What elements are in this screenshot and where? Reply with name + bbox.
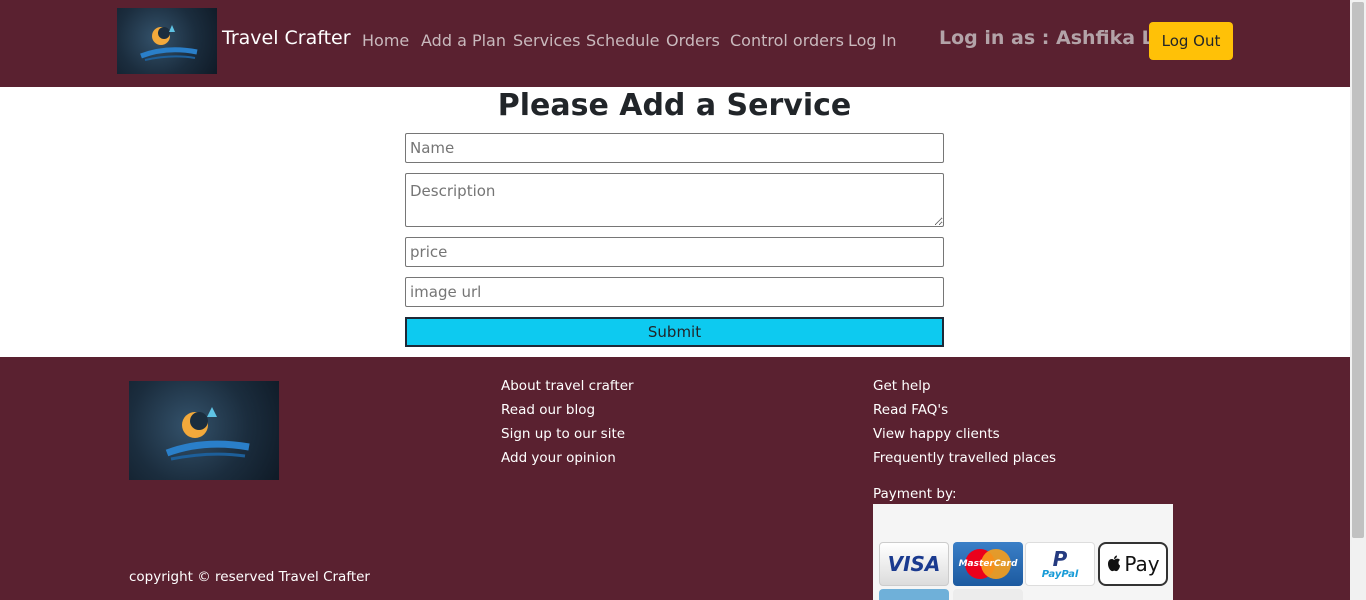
footer-link-help[interactable]: Get help <box>873 378 931 394</box>
nav-link-login[interactable]: Log In <box>848 31 897 50</box>
paypal-p-icon: P <box>1052 546 1068 571</box>
payment-label: Payment by: <box>873 486 957 502</box>
mastercard-icon: MasterCard <box>953 542 1023 586</box>
nav-link-control-orders[interactable]: Control orders <box>730 31 844 50</box>
nav-link-schedule[interactable]: Schedule <box>586 31 660 50</box>
price-input[interactable] <box>405 237 944 267</box>
copyright-text: copyright © reserved Travel Crafter <box>129 569 370 585</box>
nav-link-orders[interactable]: Orders <box>666 31 720 50</box>
payment-methods-image: VISA MasterCard P PayPal Pay <box>873 504 1173 600</box>
footer-link-about[interactable]: About travel crafter <box>501 378 634 394</box>
footer-link-clients[interactable]: View happy clients <box>873 426 1000 442</box>
visa-text: VISA <box>887 552 941 576</box>
footer-link-places[interactable]: Frequently travelled places <box>873 450 1056 466</box>
navbar: Travel Crafter Home Add a Plan Services … <box>0 0 1350 87</box>
logged-in-user-label: Log in as : Ashfika Lira <box>939 27 1183 49</box>
page-title: Please Add a Service <box>497 88 852 123</box>
nav-link-services[interactable]: Services <box>513 31 580 50</box>
logout-button[interactable]: Log Out <box>1149 22 1233 60</box>
name-input[interactable] <box>405 133 944 163</box>
nav-link-home[interactable]: Home <box>362 31 409 50</box>
description-textarea[interactable] <box>405 173 944 227</box>
image-url-input[interactable] <box>405 277 944 307</box>
mastercard-text: MasterCard <box>958 559 1018 569</box>
footer-link-opinion[interactable]: Add your opinion <box>501 450 616 466</box>
page-scrollbar[interactable] <box>1350 0 1366 600</box>
scrollbar-thumb[interactable] <box>1352 2 1364 538</box>
dream-logo-icon[interactable] <box>117 8 217 74</box>
brand-title[interactable]: Travel Crafter <box>222 27 351 49</box>
paypal-text: PayPal <box>1041 568 1079 580</box>
footer-dream-logo-icon <box>129 381 279 480</box>
nav-link-add-plan[interactable]: Add a Plan <box>421 31 506 50</box>
footer-link-faq[interactable]: Read FAQ's <box>873 402 948 418</box>
apple-pay-text: Pay <box>1124 552 1160 576</box>
apple-icon <box>1108 555 1121 572</box>
visa-card-icon: VISA <box>879 542 949 586</box>
card-partial-icon <box>953 589 1023 600</box>
card-partial-icon <box>879 589 949 600</box>
paypal-icon: P PayPal <box>1025 542 1095 586</box>
footer: About travel crafter Read our blog Sign … <box>0 357 1350 600</box>
footer-link-signup[interactable]: Sign up to our site <box>501 426 625 442</box>
submit-button[interactable]: Submit <box>405 317 944 347</box>
footer-link-blog[interactable]: Read our blog <box>501 402 595 418</box>
apple-pay-icon: Pay <box>1098 542 1168 586</box>
